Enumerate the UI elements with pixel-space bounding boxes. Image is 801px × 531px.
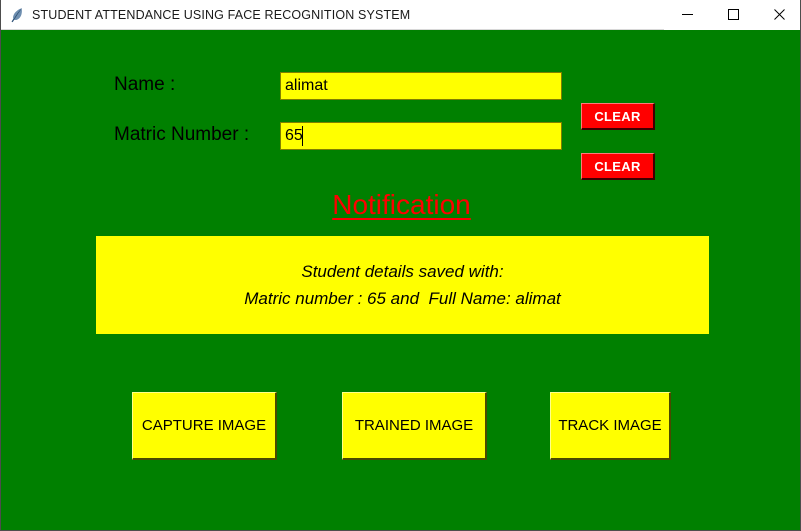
window-title: STUDENT ATTENDANCE USING FACE RECOGNITIO… bbox=[32, 7, 411, 22]
main-panel: Name : CLEAR Matric Number : CLEAR Notif… bbox=[1, 30, 800, 530]
notification-line-1: Student details saved with: bbox=[301, 262, 504, 281]
trained-image-button[interactable]: TRAINED IMAGE bbox=[342, 392, 487, 460]
text-caret bbox=[302, 126, 303, 146]
matric-number-input[interactable] bbox=[280, 122, 562, 150]
window-controls bbox=[664, 0, 800, 30]
clear-name-button[interactable]: CLEAR bbox=[581, 103, 655, 130]
matric-number-label: Matric Number : bbox=[114, 124, 250, 145]
name-label: Name : bbox=[114, 74, 176, 95]
title-bar[interactable]: STUDENT ATTENDANCE USING FACE RECOGNITIO… bbox=[1, 0, 800, 30]
close-icon[interactable] bbox=[756, 0, 800, 30]
track-image-button[interactable]: TRACK IMAGE bbox=[550, 392, 671, 460]
name-input[interactable] bbox=[280, 72, 562, 100]
feather-icon bbox=[1, 0, 29, 30]
application-window: STUDENT ATTENDANCE USING FACE RECOGNITIO… bbox=[0, 0, 801, 531]
notification-line-2: Matric number : 65 and Full Name: alimat bbox=[244, 289, 561, 308]
minimize-icon[interactable] bbox=[664, 0, 710, 30]
notification-heading: Notification bbox=[332, 189, 471, 220]
capture-image-button[interactable]: CAPTURE IMAGE bbox=[132, 392, 277, 460]
notification-box: Student details saved with: Matric numbe… bbox=[96, 236, 709, 334]
clear-matric-button[interactable]: CLEAR bbox=[581, 153, 655, 180]
maximize-icon[interactable] bbox=[710, 0, 756, 30]
